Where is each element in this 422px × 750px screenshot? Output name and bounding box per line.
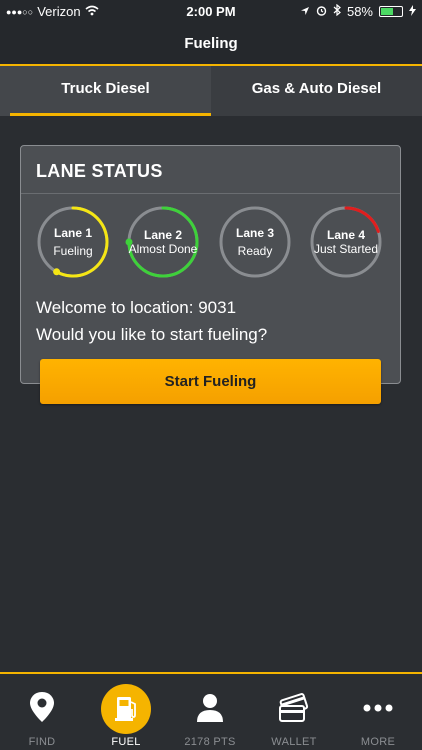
ellipsis-icon xyxy=(358,688,398,728)
lane-3-name: Lane 3 xyxy=(235,226,274,240)
welcome-location: Welcome to location: 9031 xyxy=(36,298,237,317)
tab-truck-diesel[interactable]: Truck Diesel xyxy=(0,66,211,116)
tab-fuel-label: FUEL xyxy=(111,736,141,748)
alarm-icon xyxy=(316,4,327,19)
tab-more-label: MORE xyxy=(360,736,396,748)
welcome-message: Welcome to location: 9031 Would you like… xyxy=(36,294,267,348)
lane-3[interactable]: Lane 3 Ready xyxy=(217,204,293,280)
cards-icon xyxy=(274,688,314,728)
tab-find-label: FIND xyxy=(28,736,56,748)
tab-more[interactable]: MORE xyxy=(336,674,420,750)
fuel-pump-icon xyxy=(106,688,146,728)
bottom-tab-bar: FIND FUEL 2178 PTS WALLET MORE xyxy=(0,672,422,750)
tab-points[interactable]: 2178 PTS xyxy=(168,674,252,750)
start-question: Would you like to start fueling? xyxy=(36,325,268,344)
lane-1[interactable]: Lane 1 Fueling xyxy=(35,204,111,280)
lane-2-name: Lane 2 xyxy=(143,228,182,242)
lane-3-status: Ready xyxy=(237,244,273,258)
lane-1-name: Lane 1 xyxy=(53,226,92,240)
battery-fill xyxy=(381,8,393,15)
tab-wallet[interactable]: WALLET xyxy=(252,674,336,750)
lane-2[interactable]: Lane 2 Almost Done xyxy=(125,204,201,280)
lane-4[interactable]: Lane 4 Just Started xyxy=(308,204,384,280)
lane-1-status: Fueling xyxy=(53,244,93,258)
person-icon xyxy=(190,688,230,728)
lane-4-name: Lane 4 xyxy=(326,228,365,242)
tab-fuel[interactable]: FUEL xyxy=(84,674,168,750)
status-bar: ●●●○○ Verizon 2:00 PM 58% xyxy=(0,0,422,24)
battery-percent: 58% xyxy=(346,4,373,19)
tab-points-label: 2178 PTS xyxy=(184,736,236,748)
location-pin-icon xyxy=(22,688,62,728)
location-arrow-icon xyxy=(300,4,310,19)
tab-find[interactable]: FIND xyxy=(0,674,84,750)
status-icons: 58% xyxy=(300,3,416,19)
lane-2-status: Almost Done xyxy=(128,242,198,256)
page-title: Fueling xyxy=(184,35,238,52)
tab-gas-auto-diesel[interactable]: Gas & Auto Diesel xyxy=(211,66,422,116)
lane-status-title: LANE STATUS xyxy=(21,146,400,194)
battery-icon xyxy=(379,6,403,17)
tab-wallet-label: WALLET xyxy=(271,736,317,748)
bluetooth-icon xyxy=(333,3,341,19)
charging-icon xyxy=(409,4,416,19)
start-fueling-button[interactable]: Start Fueling xyxy=(40,359,381,404)
lane-4-status: Just Started xyxy=(313,242,379,256)
lane-status-card: LANE STATUS Lane 1 Fueling Lane 2 Almost D… xyxy=(20,145,401,384)
fuel-type-tabs: Truck Diesel Gas & Auto Diesel xyxy=(0,66,422,116)
lane-list: Lane 1 Fueling Lane 2 Almost Done Lane 3 Re… xyxy=(35,204,391,284)
nav-bar: Fueling xyxy=(0,24,422,66)
